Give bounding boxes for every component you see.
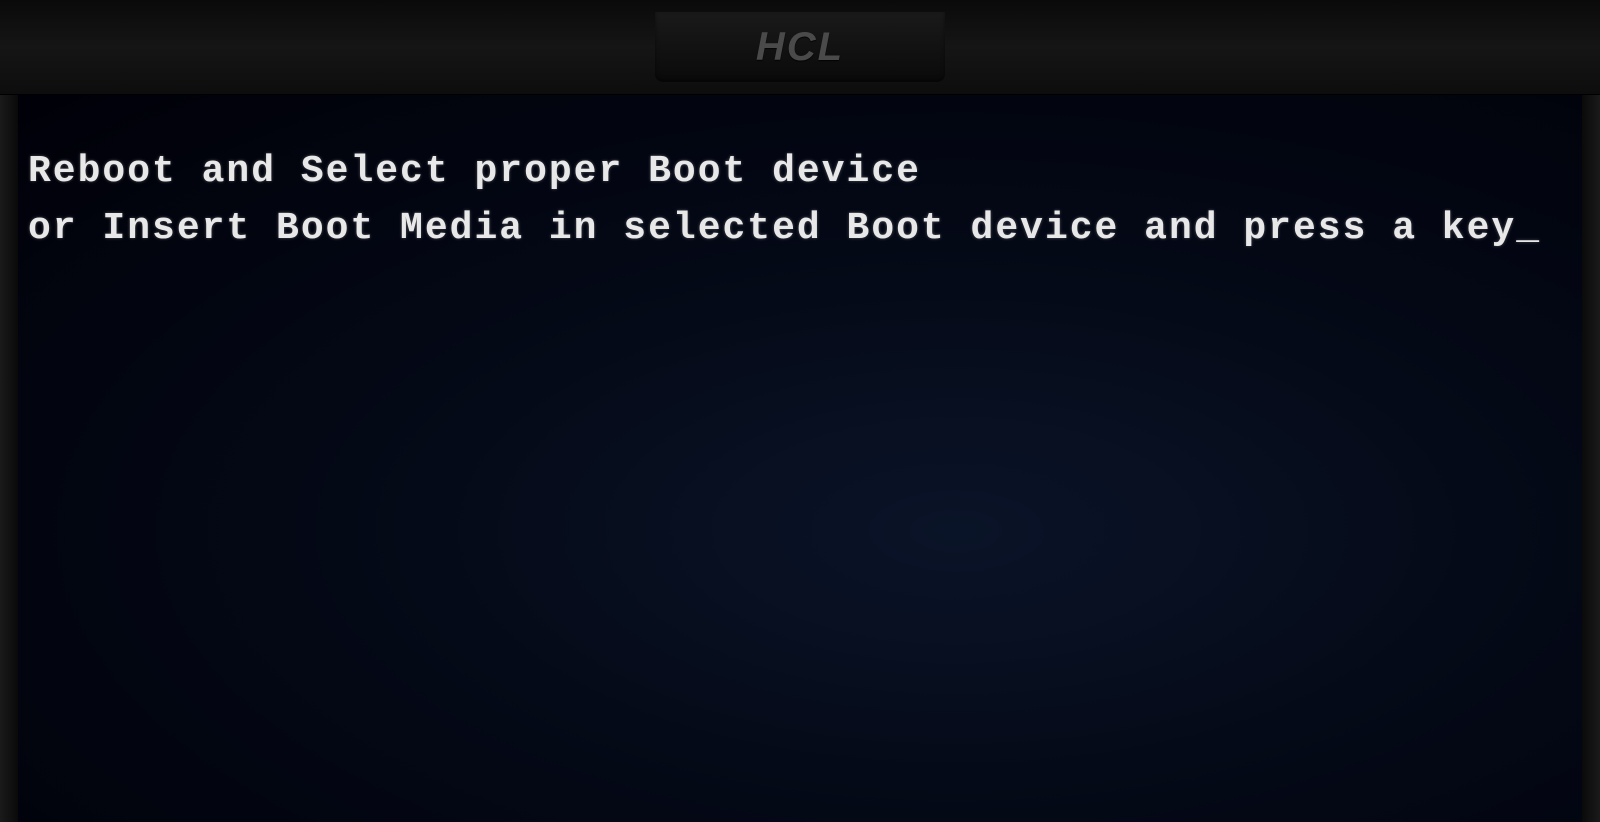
text-cursor-icon: _ [1516, 200, 1541, 257]
bezel-right [1582, 95, 1600, 822]
monitor-frame: HCL Reboot and Select proper Boot device… [0, 0, 1600, 822]
bios-error-message: Reboot and Select proper Boot device or … [28, 143, 1541, 257]
screen-area[interactable]: Reboot and Select proper Boot device or … [18, 95, 1582, 822]
bios-line-1: Reboot and Select proper Boot device [28, 150, 921, 193]
monitor-brand-logo: HCL [756, 25, 844, 70]
monitor-bezel: HCL [0, 0, 1600, 95]
bios-line-2: or Insert Boot Media in selected Boot de… [28, 207, 1516, 250]
bezel-left [0, 95, 18, 822]
monitor-logo-plate: HCL [655, 12, 945, 82]
